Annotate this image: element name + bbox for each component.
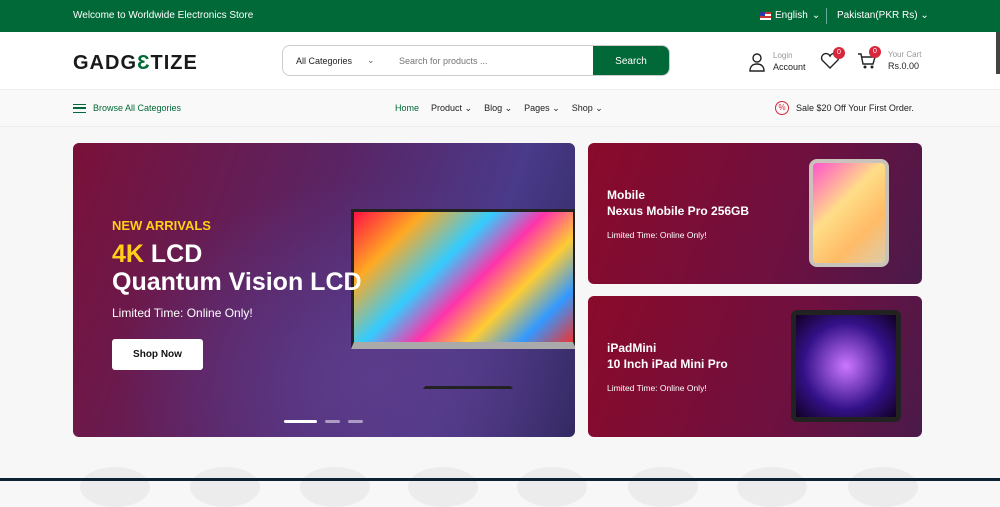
cart-button[interactable]: 0 [857,46,881,75]
category-circle[interactable] [628,467,698,507]
top-bar: Welcome to Worldwide Electronics Store E… [0,0,1000,32]
nav-label: Shop [571,103,593,113]
nav-label: Product [431,103,463,113]
card-title: iPadMini 10 Inch iPad Mini Pro [607,340,728,372]
hero-title: 4K LCD Quantum Vision LCD [112,240,362,296]
category-select[interactable]: All Categories [296,56,352,66]
slide-dot[interactable] [348,420,363,423]
cart-summary[interactable]: Your Cart Rs.0.00 [888,50,922,71]
tablet-image [791,310,901,422]
account-label: Account [773,62,806,72]
login-label: Login [773,51,793,60]
card-line1: Mobile [607,188,645,202]
hero-title-rest: LCD [143,240,203,268]
nav-blog[interactable]: Blog ⌄ [484,103,512,114]
language-selector[interactable]: English ⌄ [760,10,820,21]
discount-icon: % [775,101,789,115]
hero-banner: NEW ARRIVALS 4K LCD Quantum Vision LCD Li… [73,143,575,437]
welcome-text: Welcome to Worldwide Electronics Store [73,10,254,21]
slide-dot[interactable] [325,420,340,423]
language-label: English [775,10,808,21]
header: GADGƐTIZE All Categories ⌄ Search Login … [0,32,1000,90]
chevron-down-icon: ⌄ [811,10,821,21]
nav-menu: Home Product ⌄ Blog ⌄ Pages ⌄ Shop ⌄ [395,103,603,114]
hero-subtitle: Limited Time: Online Only! [112,306,253,320]
us-flag-icon [760,11,771,20]
logo[interactable]: GADGƐTIZE [73,52,198,75]
card-subtitle: Limited Time: Online Only! [607,230,707,240]
hero-title-highlight: 4K [112,240,144,268]
card-line2: 10 Inch iPad Mini Pro [607,357,728,371]
nav-label: Pages [524,103,550,113]
sale-text: Sale $20 Off Your First Order. [796,103,914,113]
card-line1: iPadMini [607,341,657,355]
slide-dot[interactable] [284,420,317,423]
monitor-stand-image [423,356,513,389]
menu-icon [73,103,86,113]
nav-home[interactable]: Home [395,103,419,114]
browse-categories-button[interactable]: Browse All Categories [73,103,181,113]
promo-card-mobile[interactable]: Mobile Nexus Mobile Pro 256GB Limited Tim… [588,143,922,284]
chevron-down-icon: ⌄ [920,10,929,21]
nav-label: Blog [484,103,503,113]
slider-dots [284,420,363,423]
hero-tag: NEW ARRIVALS [112,218,211,233]
user-icon [749,53,765,72]
promo-card-ipad[interactable]: iPadMini 10 Inch iPad Mini Pro Limited Ti… [588,296,922,437]
search-input[interactable] [399,52,589,70]
category-circle[interactable] [848,467,918,507]
nav-product[interactable]: Product ⌄ [431,103,472,114]
divider [826,8,827,24]
wishlist-count-badge: 0 [833,47,845,59]
sale-promo: % Sale $20 Off Your First Order. [775,101,914,115]
cart-total: Rs.0.00 [888,61,920,71]
scrollbar[interactable] [996,32,1000,74]
search-bar: All Categories ⌄ Search [282,45,670,76]
currency-label: Pakistan(PKR Rs) [837,10,918,21]
monitor-image [351,209,575,349]
card-subtitle: Limited Time: Online Only! [607,383,707,393]
category-circle[interactable] [408,467,478,507]
hero-title-line2: Quantum Vision LCD [112,268,362,296]
search-button[interactable]: Search [593,46,669,75]
wishlist-button[interactable]: 0 [820,47,845,75]
browse-label: Browse All Categories [93,103,182,113]
cart-label: Your Cart [888,50,922,59]
category-circle[interactable] [300,467,370,507]
nav-pages[interactable]: Pages ⌄ [524,103,560,114]
chevron-down-icon: ⌄ [367,55,375,65]
currency-selector[interactable]: Pakistan(PKR Rs) ⌄ [837,10,929,21]
nav-shop[interactable]: Shop ⌄ [572,103,603,114]
shop-now-button[interactable]: Shop Now [112,339,203,370]
card-line2: Nexus Mobile Pro 256GB [607,204,750,218]
category-circle[interactable] [190,467,260,507]
category-circle[interactable] [80,467,150,507]
category-circle[interactable] [737,467,807,507]
phone-image [809,159,889,267]
card-title: Mobile Nexus Mobile Pro 256GB [607,187,749,219]
cart-count-badge: 0 [869,46,881,58]
main-nav: Browse All Categories Home Product ⌄ Blo… [0,90,1000,127]
category-circle[interactable] [517,467,587,507]
